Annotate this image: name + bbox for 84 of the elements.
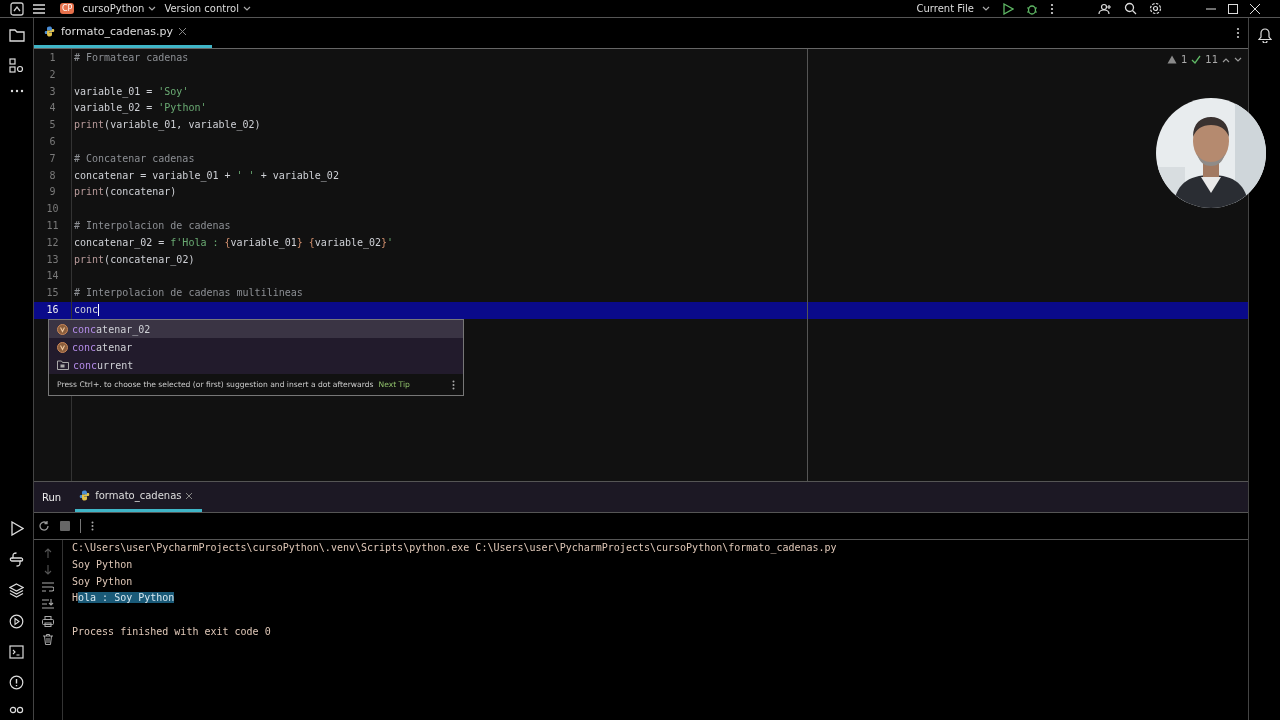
arrow-up-icon[interactable] bbox=[44, 548, 52, 558]
more-icon[interactable] bbox=[91, 521, 94, 531]
line-number: 15 bbox=[46, 287, 59, 299]
code-line: variable_02 = 'Python' bbox=[74, 101, 207, 116]
run-panel-title: Run bbox=[42, 491, 62, 503]
maximize-icon[interactable] bbox=[1228, 3, 1238, 14]
notifications-icon[interactable] bbox=[1257, 28, 1272, 43]
line-number: 1 bbox=[49, 52, 56, 63]
add-user-icon[interactable] bbox=[1098, 2, 1112, 15]
line-number: 14 bbox=[46, 270, 59, 282]
warning-count[interactable]: 1 bbox=[1180, 54, 1188, 65]
problems-icon[interactable] bbox=[9, 675, 24, 690]
settings-icon[interactable] bbox=[1149, 2, 1162, 15]
layers-icon[interactable] bbox=[9, 583, 24, 598]
line-number: 11 bbox=[46, 219, 59, 231]
line-number: 7 bbox=[49, 152, 56, 164]
code-line: print(variable_01, variable_02) bbox=[74, 118, 261, 133]
code-line: # Concatenar cadenas bbox=[74, 151, 195, 166]
chevron-up-icon[interactable] bbox=[1222, 56, 1230, 63]
menu-icon[interactable] bbox=[32, 2, 46, 15]
completion-item[interactable]: concatenar bbox=[49, 338, 463, 356]
soft-wrap-icon[interactable] bbox=[42, 582, 54, 592]
variable-icon bbox=[57, 323, 68, 335]
line-number: 4 bbox=[49, 102, 56, 114]
more-icon[interactable] bbox=[9, 89, 24, 93]
completion-item[interactable]: concatenar_02 bbox=[49, 320, 463, 338]
folder-icon[interactable] bbox=[8, 28, 25, 42]
package-icon bbox=[57, 360, 69, 370]
code-line: # Interpolacion de cadenas multilineas bbox=[74, 286, 303, 301]
code-line: conc bbox=[74, 302, 100, 318]
app-icon[interactable] bbox=[10, 1, 24, 16]
structure-icon[interactable] bbox=[9, 58, 24, 73]
search-icon[interactable] bbox=[1124, 2, 1137, 15]
caret-icon bbox=[982, 5, 990, 12]
version-control-menu[interactable]: Version control bbox=[164, 3, 239, 14]
close-icon[interactable] bbox=[178, 28, 186, 35]
code-line: # Formatear cadenas bbox=[74, 51, 189, 65]
python-file-icon bbox=[44, 26, 55, 37]
code-line: variable_01 = 'Soy' bbox=[74, 84, 189, 100]
line-number: 5 bbox=[49, 119, 56, 131]
line-number: 6 bbox=[49, 136, 56, 147]
line-number: 13 bbox=[46, 253, 59, 265]
code-line: concatenar = variable_01 + ' ' + variable_02 bbox=[74, 168, 339, 184]
project-badge: CP bbox=[60, 3, 75, 14]
ok-count[interactable]: 11 bbox=[1205, 54, 1218, 65]
line-number: 2 bbox=[49, 68, 56, 80]
completion-item[interactable]: concurrent bbox=[49, 356, 463, 374]
console-line: Hola : Soy Python bbox=[72, 592, 175, 604]
code-line: print(concatenar) bbox=[74, 185, 177, 200]
run-config-menu[interactable]: Current File bbox=[916, 3, 974, 14]
more-icon[interactable] bbox=[1236, 27, 1240, 39]
chevron-down-icon[interactable] bbox=[1234, 56, 1242, 63]
warning-icon[interactable] bbox=[1166, 55, 1177, 64]
check-icon[interactable] bbox=[1191, 55, 1202, 64]
console-line: Soy Python bbox=[72, 558, 133, 570]
console-line: Process finished with exit code 0 bbox=[72, 626, 271, 637]
more-icon[interactable] bbox=[1050, 2, 1054, 15]
rerun-icon[interactable] bbox=[38, 520, 50, 532]
terminal-icon[interactable] bbox=[9, 645, 24, 659]
variable-icon bbox=[57, 341, 68, 353]
print-icon[interactable] bbox=[42, 616, 54, 627]
code-line: concatenar_02 = f'Hola : {variable_01} {variable_02}' bbox=[74, 235, 394, 251]
console-line: C:\Users\user\PycharmProjects\cursoPython\.venv\Scripts\python.exe C:\Users\user\PycharmProjects\cursoPython\formato_cadenas.py bbox=[72, 542, 837, 553]
scroll-to-end-icon[interactable] bbox=[42, 599, 54, 609]
git-icon[interactable] bbox=[9, 706, 24, 714]
line-number: 3 bbox=[49, 85, 56, 97]
services-icon[interactable] bbox=[9, 614, 24, 629]
line-number: 10 bbox=[46, 203, 59, 215]
line-number: 9 bbox=[49, 186, 56, 198]
run-icon[interactable] bbox=[1002, 2, 1014, 15]
more-icon[interactable] bbox=[452, 379, 455, 390]
caret-icon bbox=[148, 5, 157, 12]
line-number: 16 bbox=[46, 303, 59, 315]
console-line: Soy Python bbox=[72, 575, 133, 587]
line-number: 12 bbox=[46, 236, 59, 248]
arrow-down-icon[interactable] bbox=[44, 565, 52, 575]
run-tab[interactable]: formato_cadenas bbox=[75, 482, 203, 512]
caret-icon bbox=[243, 5, 251, 12]
code-line: # Interpolacion de cadenas bbox=[74, 218, 231, 233]
project-name[interactable]: cursoPython bbox=[82, 3, 145, 14]
line-number: 8 bbox=[49, 169, 56, 181]
code-line: print(concatenar_02) bbox=[74, 252, 195, 268]
trash-icon[interactable] bbox=[43, 634, 53, 645]
python-file-icon bbox=[79, 490, 91, 501]
